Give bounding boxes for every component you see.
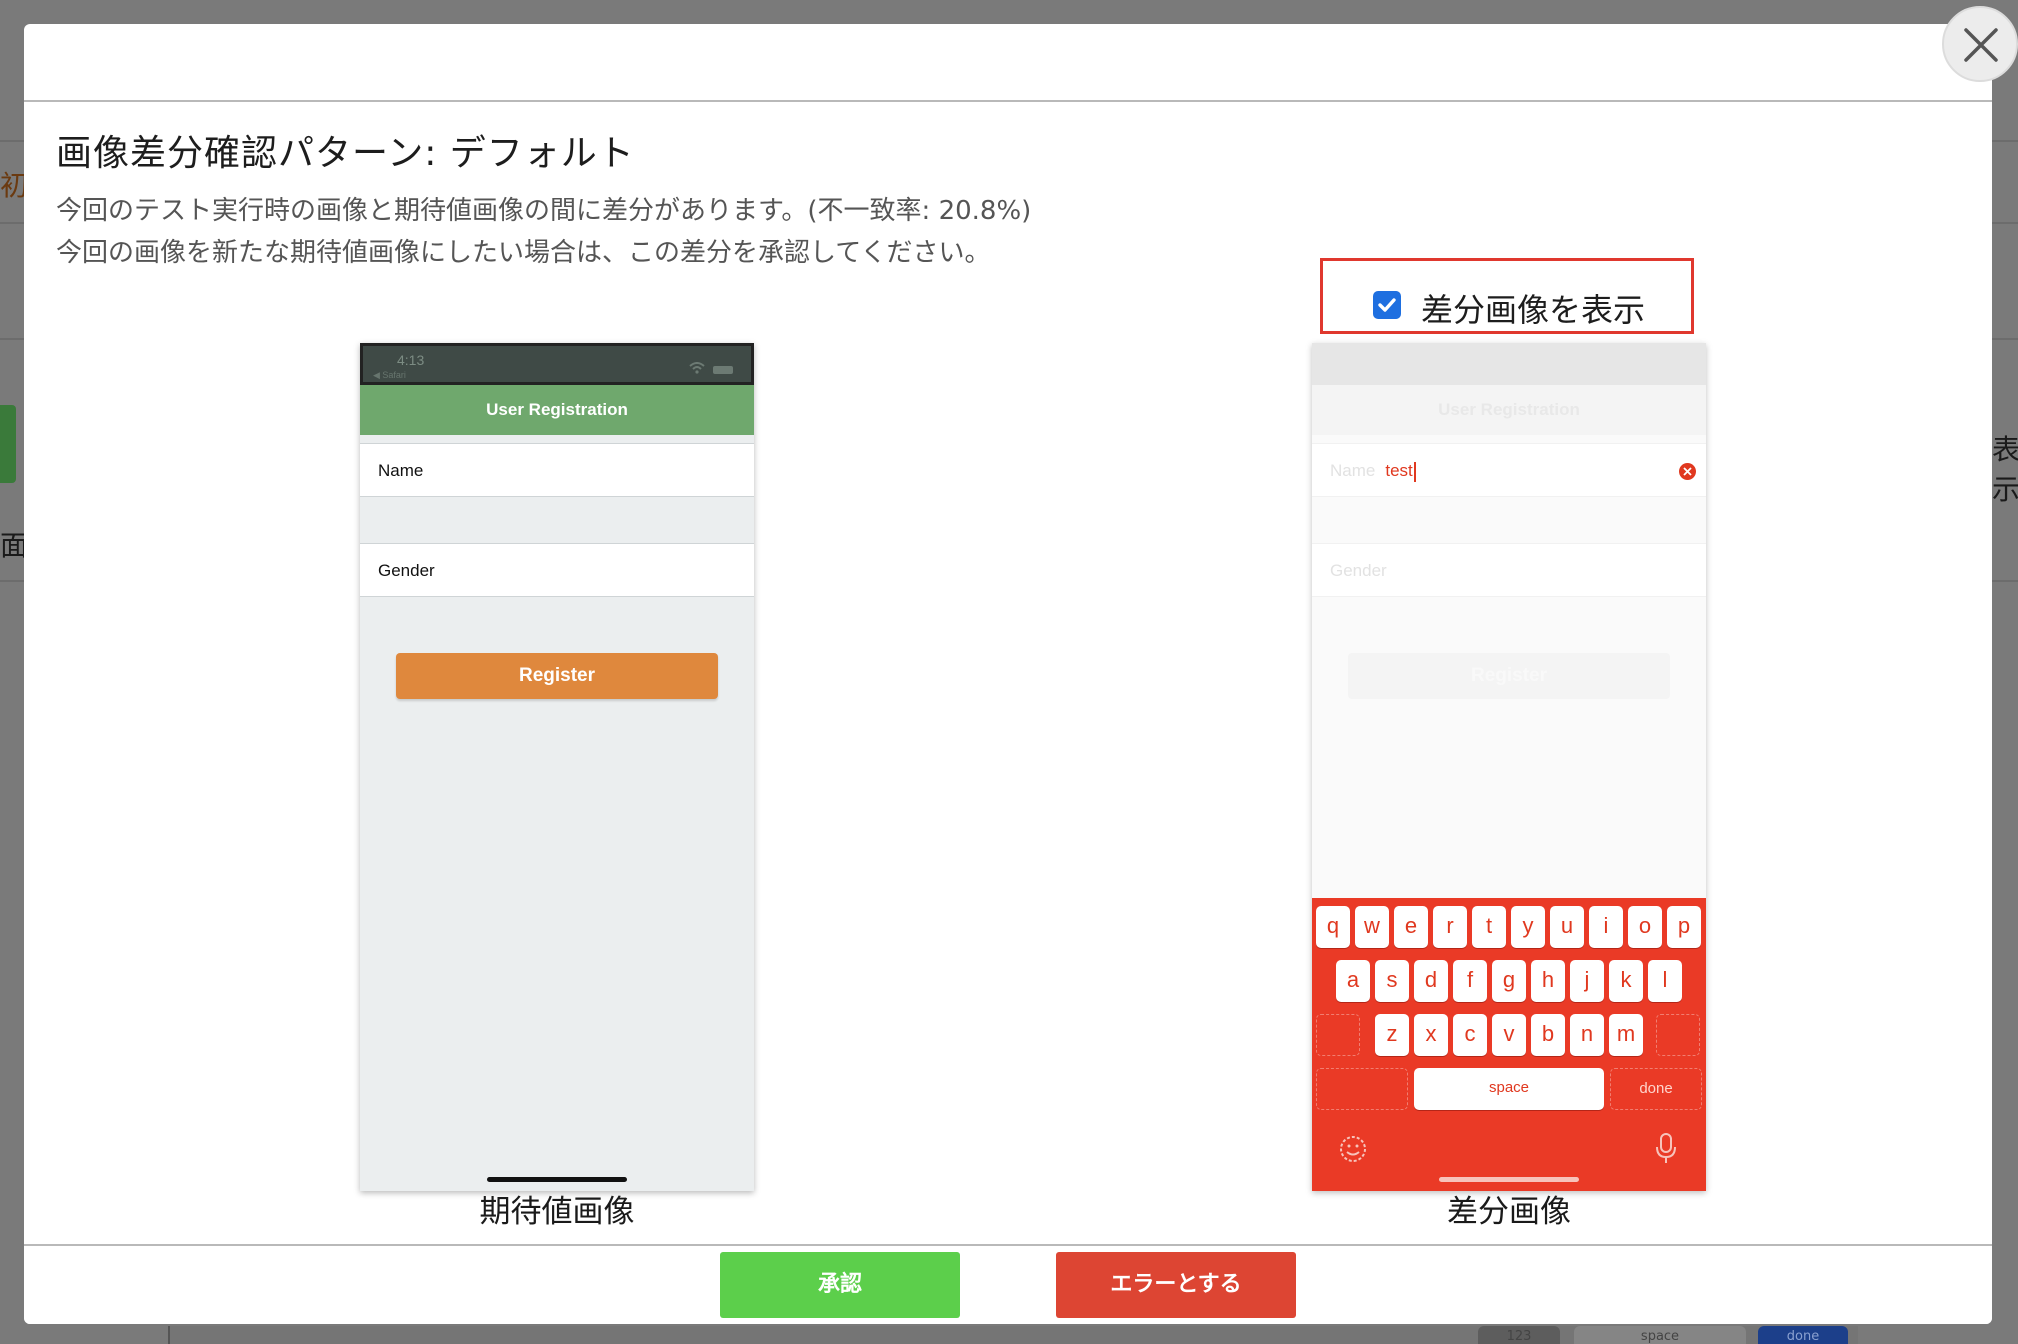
show-diff-checkbox[interactable] [1373,291,1401,319]
key: w [1355,906,1389,948]
text-caret [1413,461,1416,482]
bg-green-button [0,405,16,483]
key: b [1531,1014,1565,1056]
approve-button[interactable]: 承認 [720,1252,960,1318]
name-value: test [1385,461,1413,480]
modal-title: 画像差分確認パターン: デフォルト [56,133,635,174]
bg-text-fragment: 表示 [1992,433,2018,506]
key: v [1492,1014,1526,1056]
key: g [1492,960,1526,1002]
space-key: space [1414,1068,1604,1110]
x-icon [1683,467,1692,476]
expected-image-caption: 期待値画像 [479,1194,635,1230]
gender-row: Gender [360,543,754,597]
name-label: Name [1330,461,1376,480]
wifi-icon [689,362,705,374]
key: f [1453,960,1487,1002]
key: z [1375,1014,1409,1056]
key: x [1414,1014,1448,1056]
done-key: done [1610,1068,1702,1110]
key: i [1589,906,1623,948]
nav-title: User Registration [1312,385,1706,435]
key: h [1531,960,1565,1002]
key: m [1609,1014,1643,1056]
modal-description-line: 今回の画像を新たな期待値画像にしたい場合は、この差分を承認してください。 [56,238,991,268]
diff-image-toggle[interactable]: 差分画像を表示 [1320,258,1694,334]
modal-footer: 承認 エラーとする [24,1244,1992,1324]
home-indicator [1439,1177,1579,1182]
clear-icon [1679,463,1696,480]
register-button: Register [1348,653,1670,699]
close-button[interactable] [1942,6,2018,82]
status-bar: 4:13 ◀ Safari [360,343,754,385]
key: e [1394,906,1428,948]
microphone-icon [1656,1133,1676,1163]
key: k [1609,960,1643,1002]
name-row: Name [360,443,754,497]
key: p [1667,906,1701,948]
name-row: Name test [1312,443,1706,497]
home-indicator [487,1177,627,1182]
key: d [1414,960,1448,1002]
key: j [1570,960,1604,1002]
diff-review-modal: 画像差分確認パターン: デフォルト 今回のテスト実行時の画像と期待値画像の間に差… [24,24,1992,1324]
show-diff-label[interactable]: 差分画像を表示 [1421,285,1645,331]
bg-key: done [1758,1326,1848,1344]
key: r [1433,906,1467,948]
backspace-key [1656,1014,1700,1056]
key: t [1472,906,1506,948]
mark-as-error-button[interactable]: エラーとする [1056,1252,1296,1318]
nav-title: User Registration [360,385,754,435]
diff-image-caption: 差分画像 [1447,1194,1571,1230]
bg-key: space [1574,1326,1746,1344]
register-button: Register [396,653,718,699]
shift-key [1316,1014,1360,1056]
status-back: ◀ Safari [373,370,406,380]
key: u [1550,906,1584,948]
status-time: 4:13 [397,352,425,368]
modal-description-line: 今回のテスト実行時の画像と期待値画像の間に差分があります。(不一致率: 20.8… [56,196,1032,226]
diff-image: User Registration Name test Gender Regist… [1312,343,1706,1191]
diff-keyboard: q w e r t y u i o p a s d f g h j k l z … [1312,898,1706,1191]
gender-row: Gender [1312,543,1706,597]
status-bar [1312,343,1706,385]
numbers-key [1316,1068,1408,1110]
check-icon [1378,298,1396,312]
key: s [1375,960,1409,1002]
key: l [1648,960,1682,1002]
key: q [1316,906,1350,948]
key: o [1628,906,1662,948]
key: y [1511,906,1545,948]
modal-header [24,24,1992,102]
battery-icon [713,366,733,374]
key: n [1570,1014,1604,1056]
close-icon [1964,28,1998,62]
key: a [1336,960,1370,1002]
expected-image: 4:13 ◀ Safari User Registration Name Gen… [360,343,754,1191]
bg-key: 123 [1478,1326,1560,1344]
emoji-icon [1340,1136,1366,1162]
key: c [1453,1014,1487,1056]
